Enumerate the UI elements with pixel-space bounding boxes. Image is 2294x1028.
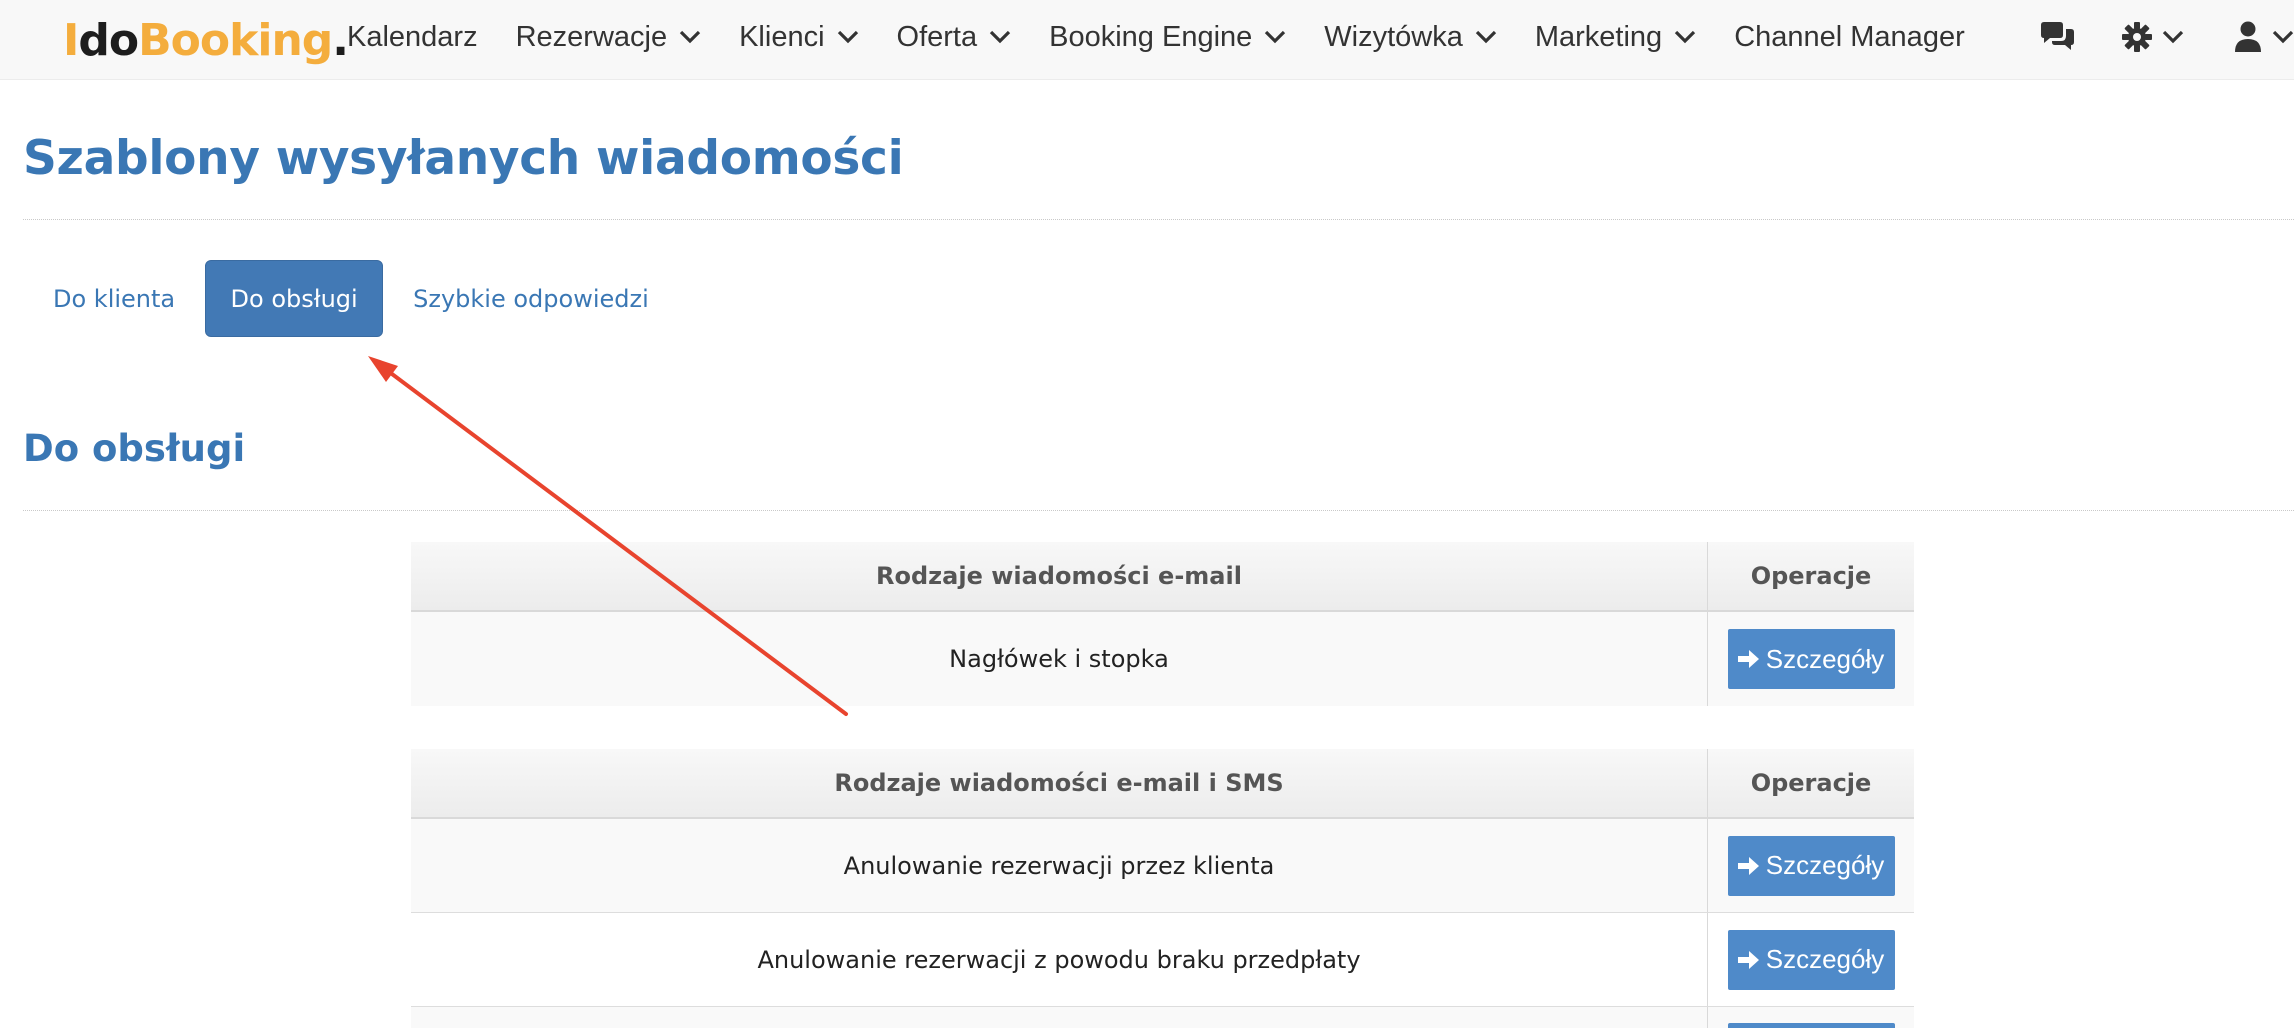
divider — [23, 219, 2294, 220]
top-navbar: Ido Booking. Kalendarz Rezerwacje Klienci… — [0, 0, 2294, 80]
operations-cell — [1708, 1007, 1914, 1028]
logo-dot: . — [332, 14, 349, 66]
details-button-label: Szczegóły — [1765, 944, 1885, 974]
divider — [23, 510, 2294, 511]
email-templates-table: Rodzaje wiadomości e-mail Operacje Nagłó… — [411, 542, 1914, 706]
operations-cell: Szczegóły — [1708, 913, 1914, 1006]
gear-icon — [2122, 22, 2152, 52]
template-name: Anulowanie rezerwacji przez klienta — [411, 819, 1708, 912]
email-sms-templates-table: Rodzaje wiadomości e-mail i SMS Operacje… — [411, 749, 1914, 1028]
settings-menu[interactable] — [2122, 22, 2184, 52]
details-button[interactable] — [1727, 1023, 1895, 1028]
column-header-type: Rodzaje wiadomości e-mail — [411, 542, 1708, 610]
chevron-down-icon — [837, 30, 858, 44]
chevron-down-icon — [1265, 30, 1286, 44]
nav-item-label: Rezerwacje — [515, 20, 668, 53]
tab-szybkie-odpowiedzi[interactable]: Szybkie odpowiedzi — [383, 260, 679, 337]
template-name: Anulowanie rezerwacji z powodu braku prz… — [411, 913, 1708, 1006]
nav-item-klienci[interactable]: Klienci — [739, 0, 858, 74]
tab-do-obslugi[interactable]: Do obsługi — [205, 260, 384, 337]
user-menu[interactable] — [2234, 21, 2294, 53]
logo-text-do: do — [78, 14, 139, 66]
table-header: Rodzaje wiadomości e-mail Operacje — [411, 542, 1914, 612]
nav-item-label: Marketing — [1534, 20, 1663, 53]
chevron-down-icon — [679, 30, 701, 44]
details-button[interactable]: Szczegóły — [1727, 629, 1895, 689]
chevron-down-icon — [1475, 30, 1496, 44]
arrow-right-icon — [1737, 650, 1759, 668]
details-button[interactable]: Szczegóły — [1727, 835, 1895, 896]
table-row: Anulowanie rezerwacji przez klienta Szcz… — [411, 819, 1914, 913]
chevron-down-icon — [2272, 30, 2294, 44]
details-button[interactable]: Szczegóły — [1727, 929, 1895, 990]
operations-cell: Szczegóły — [1708, 612, 1914, 706]
arrow-right-icon — [1737, 856, 1759, 875]
nav-item-label: Channel Manager — [1734, 20, 1965, 53]
navbar-right-icons — [2038, 0, 2294, 74]
table-header: Rodzaje wiadomości e-mail i SMS Operacje — [411, 749, 1914, 819]
table-row: Nagłówek i stopka Szczegóły — [411, 612, 1914, 706]
chevron-down-icon — [989, 30, 1011, 44]
user-icon — [2235, 21, 2261, 52]
arrow-right-icon — [1737, 950, 1759, 969]
chat-icon — [2041, 22, 2074, 50]
nav-item-rezerwacje[interactable]: Rezerwacje — [516, 0, 702, 74]
nav-item-label: Wizytówka — [1324, 20, 1463, 53]
column-header-operations: Operacje — [1750, 769, 1872, 797]
chevron-down-icon — [1675, 30, 1696, 44]
nav-item-oferta[interactable]: Oferta — [897, 0, 1012, 74]
nav-item-channel-manager[interactable]: Channel Manager — [1734, 0, 1965, 74]
main-menu: Kalendarz Rezerwacje Klienci Oferta Book… — [347, 0, 2003, 74]
page-title: Szablony wysyłanych wiadomości — [23, 131, 904, 186]
nav-item-label: Klienci — [739, 20, 825, 53]
section-title: Do obsługi — [23, 427, 246, 470]
nav-item-marketing[interactable]: Marketing — [1535, 0, 1696, 74]
template-tabs: Do klienta Do obsługi Szybkie odpowiedzi — [23, 260, 679, 337]
logo-text-booking: Booking — [138, 14, 333, 66]
chat-button[interactable] — [2038, 21, 2076, 53]
column-header-operations: Operacje — [1750, 562, 1872, 590]
idobooking-logo[interactable]: Ido Booking. — [63, 10, 349, 70]
nav-item-label: Oferta — [896, 20, 978, 53]
nav-item-booking-engine[interactable]: Booking Engine — [1049, 0, 1286, 74]
template-name — [411, 1007, 1708, 1028]
logo-letter-i: I — [63, 14, 79, 66]
nav-item-kalendarz[interactable]: Kalendarz — [347, 0, 478, 74]
table-row: Anulowanie rezerwacji z powodu braku prz… — [411, 913, 1914, 1007]
template-name: Nagłówek i stopka — [411, 612, 1708, 706]
nav-item-wizytowka[interactable]: Wizytówka — [1324, 0, 1497, 74]
details-button-label: Szczegóły — [1765, 850, 1885, 880]
nav-item-label: Kalendarz — [347, 20, 478, 53]
details-button-label: Szczegóły — [1765, 643, 1885, 674]
column-header-type: Rodzaje wiadomości e-mail i SMS — [411, 749, 1708, 817]
tab-do-klienta[interactable]: Do klienta — [23, 260, 205, 337]
table-row — [411, 1007, 1914, 1028]
operations-cell: Szczegóły — [1708, 819, 1914, 912]
nav-item-label: Booking Engine — [1049, 20, 1253, 53]
chevron-down-icon — [2162, 30, 2184, 44]
